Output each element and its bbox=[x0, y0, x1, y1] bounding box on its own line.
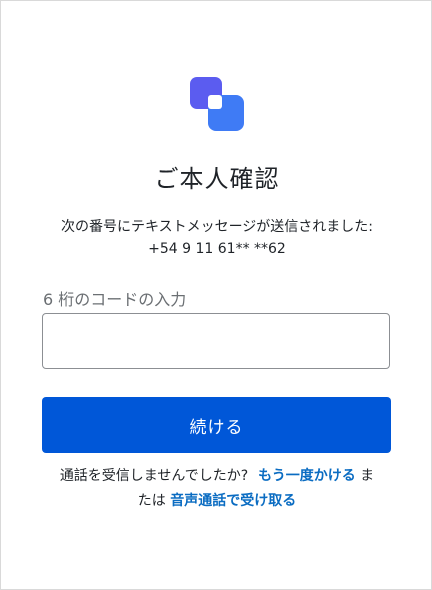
app-logo-icon bbox=[190, 77, 244, 131]
page-title: ご本人確認 bbox=[154, 165, 280, 193]
voice-call-link[interactable]: 音声通話で受け取る bbox=[170, 493, 296, 509]
code-field-label: 6 桁のコードの入力 bbox=[43, 290, 187, 309]
not-received-question: 通話を受信しませんでしたか? bbox=[59, 468, 249, 484]
resend-options: 通話を受信しませんでしたか? もう一度かける ま たは 音声通話で受け取る bbox=[37, 464, 397, 514]
or-text-part1: ま bbox=[360, 468, 375, 484]
masked-phone-number: +54 9 11 61** **62 bbox=[148, 241, 286, 257]
verification-code-input[interactable] bbox=[42, 313, 390, 369]
verification-card: ご本人確認 次の番号にテキストメッセージが送信されました: +54 9 11 6… bbox=[0, 0, 432, 590]
continue-button[interactable]: 続ける bbox=[42, 397, 391, 453]
sms-sent-message: 次の番号にテキストメッセージが送信されました: bbox=[60, 219, 373, 235]
or-text-part2: たは bbox=[137, 493, 166, 509]
call-again-link[interactable]: もう一度かける bbox=[258, 468, 356, 484]
sms-sent-description: 次の番号にテキストメッセージが送信されました: +54 9 11 61** **… bbox=[1, 216, 432, 260]
